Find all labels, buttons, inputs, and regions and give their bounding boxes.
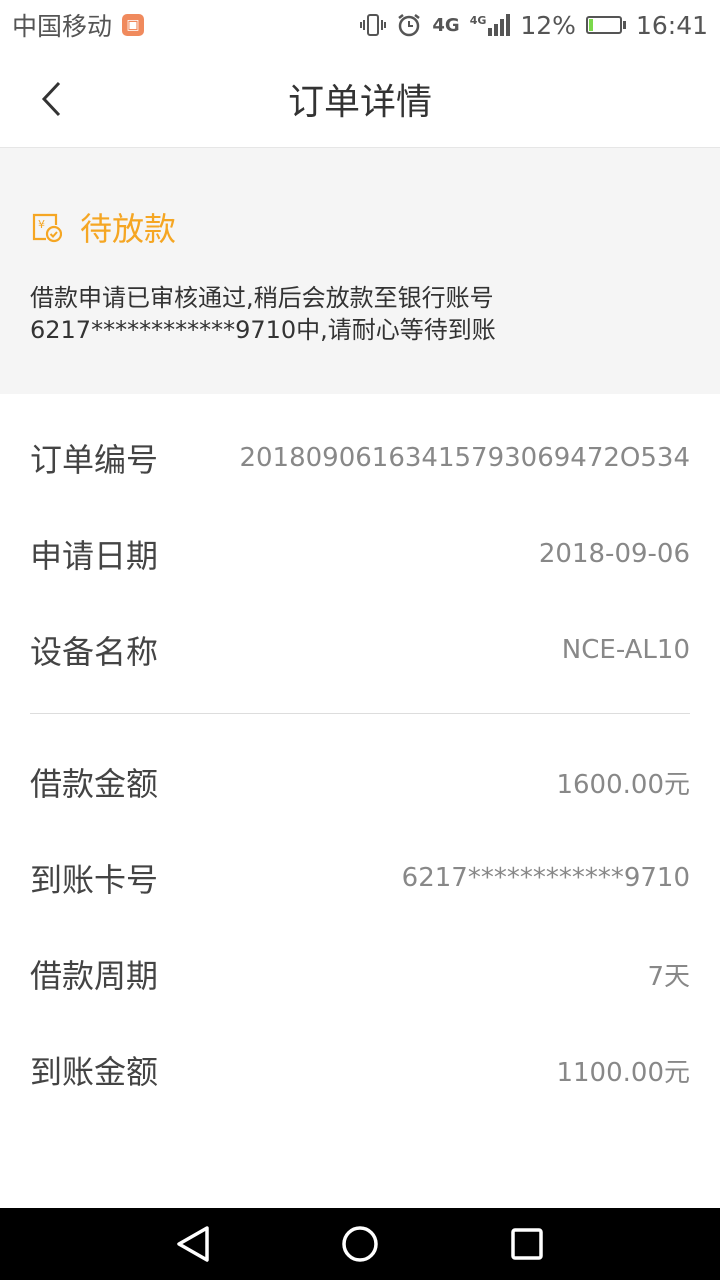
system-home-button[interactable] (338, 1222, 382, 1266)
signal-icon (488, 14, 511, 36)
system-back-button[interactable] (171, 1222, 215, 1266)
triangle-back-icon (177, 1226, 210, 1262)
system-recents-button[interactable] (505, 1222, 549, 1266)
detail-label: 到账卡号 (30, 861, 159, 899)
detail-label: 申请日期 (30, 537, 159, 575)
detail-row-received-amount: 到账金额 1100.00元 (30, 1022, 690, 1118)
svg-text:¥: ¥ (38, 218, 45, 231)
detail-value: 20180906163415793069472O534 (239, 443, 690, 473)
detail-row-card-number: 到账卡号 6217************9710 (30, 830, 690, 926)
vibrate-icon (360, 14, 387, 36)
square-recents-icon (510, 1228, 543, 1260)
detail-value: 2018-09-06 (538, 539, 690, 569)
detail-row-loan-period: 借款周期 7天 (30, 926, 690, 1022)
battery-icon (585, 16, 626, 34)
clock: 16:41 (635, 10, 708, 40)
order-status-title: 待放款 (80, 210, 177, 248)
detail-row-apply-date: 申请日期 2018-09-06 (30, 506, 690, 602)
order-status-panel: ¥ 待放款 借款申请已审核通过,稍后会放款至银行账号6217**********… (0, 148, 720, 394)
detail-label: 借款金额 (30, 765, 159, 803)
divider (30, 713, 690, 714)
detail-row-order-number: 订单编号 20180906163415793069472O534 (30, 410, 690, 506)
nav-bar: 订单详情 (0, 50, 720, 148)
detail-value: NCE-AL10 (561, 635, 690, 665)
detail-label: 订单编号 (30, 441, 159, 479)
pending-payment-icon: ¥ (32, 213, 62, 243)
network-type-small: 4G (469, 14, 487, 27)
order-details: 订单编号 20180906163415793069472O534 申请日期 20… (30, 410, 690, 1118)
circle-home-icon (342, 1226, 378, 1262)
back-button[interactable] (26, 74, 76, 124)
detail-label: 借款周期 (30, 957, 159, 995)
chevron-left-icon (41, 81, 61, 117)
network-type: 4G (432, 14, 460, 36)
battery-percent: 12% (520, 10, 576, 40)
detail-label: 设备名称 (30, 633, 159, 671)
page-title: 订单详情 (287, 81, 432, 123)
system-navigation-bar (0, 1208, 720, 1280)
alarm-icon (398, 14, 421, 37)
detail-value: 6217************9710 (401, 863, 690, 893)
app-notification-icon: ▣ (122, 14, 145, 36)
detail-label: 到账金额 (30, 1053, 159, 1091)
carrier-name: 中国移动 (12, 12, 113, 41)
detail-value: 7天 (647, 961, 690, 992)
status-bar: 中国移动 ▣ 4G 4G 12% 16:41 (0, 0, 720, 50)
detail-value: 1600.00元 (556, 769, 690, 800)
order-status-description: 借款申请已审核通过,稍后会放款至银行账号6217************9710… (30, 284, 496, 344)
detail-row-device-name: 设备名称 NCE-AL10 (30, 602, 690, 698)
detail-value: 1100.00元 (556, 1057, 690, 1088)
detail-row-loan-amount: 借款金额 1600.00元 (30, 734, 690, 830)
